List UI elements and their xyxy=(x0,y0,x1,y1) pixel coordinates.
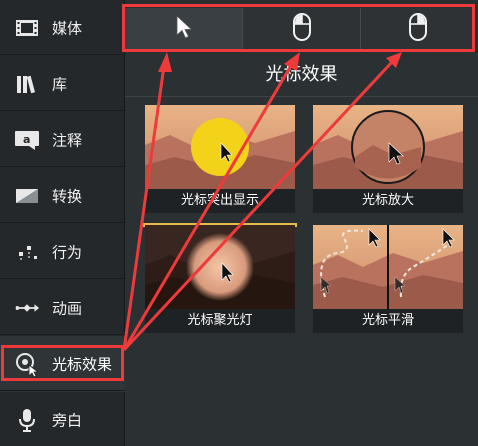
effect-thumbnail xyxy=(145,105,295,189)
divider xyxy=(0,222,125,223)
effect-type-toolbar xyxy=(125,0,478,52)
divider xyxy=(0,278,125,279)
divider xyxy=(0,166,125,167)
pointer-icon xyxy=(175,15,193,43)
animation-icon xyxy=(14,295,40,321)
sidebar-item-transitions[interactable]: 转换 xyxy=(0,168,125,224)
behavior-icon xyxy=(14,239,40,265)
sidebar-item-voice-narration[interactable]: 旁白 xyxy=(0,392,125,446)
sidebar-item-annotations[interactable]: a 注释 xyxy=(0,112,125,168)
annotation-icon: a xyxy=(14,127,40,153)
tab-right-click-effects[interactable] xyxy=(360,8,475,50)
sidebar-item-label: 注释 xyxy=(52,131,83,150)
cursor-effects-panel: 光标效果 光标突出显示 光标放大 光标聚光灯 光标平滑 xyxy=(125,52,478,446)
left-click-mouse-icon xyxy=(292,12,312,46)
panel-title: 光标效果 xyxy=(265,64,338,85)
effect-label: 光标聚光灯 xyxy=(145,309,295,333)
microphone-icon xyxy=(14,407,40,433)
film-icon xyxy=(14,15,40,41)
effect-label: 光标平滑 xyxy=(313,309,463,333)
sidebar-item-animations[interactable]: 动画 xyxy=(0,280,125,336)
effect-thumbnail xyxy=(145,225,295,309)
divider xyxy=(0,110,125,111)
tab-left-click-effects[interactable] xyxy=(242,8,360,50)
sidebar-item-label: 旁白 xyxy=(52,411,83,430)
divider xyxy=(125,96,478,97)
sidebar-item-cursor-effects[interactable]: 光标效果 xyxy=(0,336,125,392)
sidebar-item-label: 转换 xyxy=(52,187,83,206)
sidebar-item-label: 库 xyxy=(52,75,68,94)
library-icon xyxy=(14,71,40,97)
effect-thumbnail xyxy=(313,225,463,309)
effect-thumbnail xyxy=(313,105,463,189)
cursor-effect-icon xyxy=(14,351,40,377)
divider xyxy=(0,334,125,335)
tab-cursor-effects[interactable] xyxy=(125,8,242,50)
sidebar-item-label: 动画 xyxy=(52,299,83,318)
transition-icon xyxy=(14,183,40,209)
sidebar-item-behaviors[interactable]: 行为 xyxy=(0,224,125,280)
right-click-mouse-icon xyxy=(408,12,428,46)
sidebar-item-label: 媒体 xyxy=(52,19,83,38)
sidebar-item-label: 行为 xyxy=(52,243,83,262)
sidebar-item-label: 光标效果 xyxy=(52,355,113,374)
effect-label: 光标突出显示 xyxy=(145,189,295,213)
sidebar-item-media[interactable]: 媒体 xyxy=(0,0,125,56)
effect-label: 光标放大 xyxy=(313,189,463,213)
svg-text:a: a xyxy=(23,133,30,146)
divider xyxy=(0,54,125,55)
divider xyxy=(0,390,125,391)
sidebar: 媒体 库 a 注释 转换 行为 动画 光标效果 旁白 xyxy=(0,0,125,446)
sidebar-item-library[interactable]: 库 xyxy=(0,56,125,112)
